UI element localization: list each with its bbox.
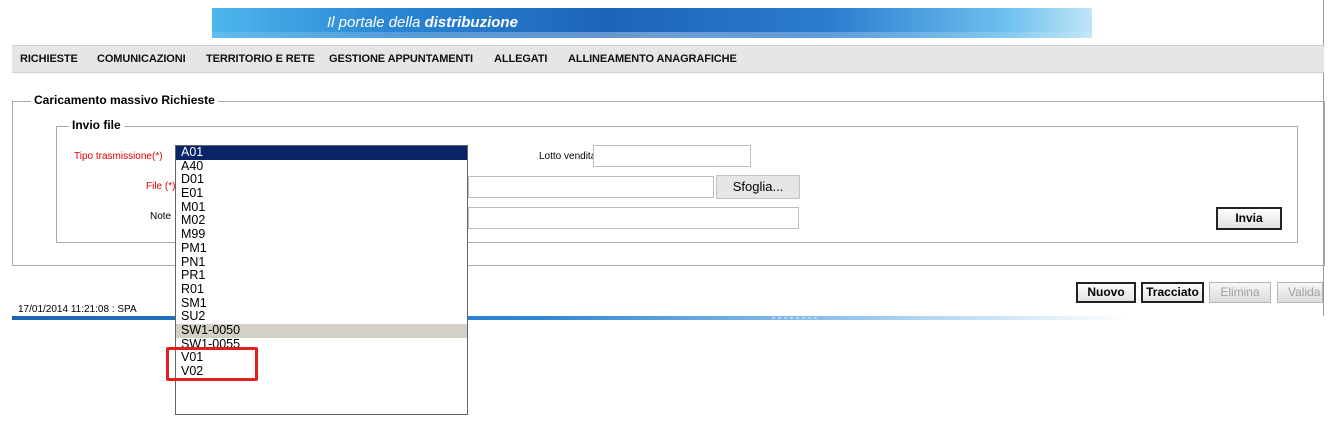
option-a40[interactable]: A40 — [176, 159, 467, 174]
banner-highlight — [212, 32, 1092, 38]
option-m02[interactable]: M02 — [176, 214, 467, 228]
tracciato-button[interactable]: Tracciato — [1141, 282, 1204, 303]
main-menu: RICHIESTE COMUNICAZIONI TERRITORIO E RET… — [12, 45, 1324, 73]
annotation-highlight-box — [166, 347, 258, 381]
validate-button[interactable]: Valida — [1277, 282, 1323, 303]
option-sm1[interactable]: SM1 — [176, 296, 467, 311]
status-timestamp: 17/01/2014 11:21:08 : SPA — [18, 304, 137, 315]
option-sw1-0050[interactable]: SW1-0050 — [176, 323, 467, 338]
option-d01[interactable]: D01 — [176, 173, 467, 187]
option-m99[interactable]: M99 — [176, 227, 467, 242]
menu-item-gestione-appuntamenti[interactable]: GESTIONE APPUNTAMENTI — [329, 53, 473, 65]
lotto-vendita-input[interactable] — [593, 145, 751, 167]
file-label: File (*) — [146, 181, 176, 192]
portal-title: Il portale della distribuzione — [327, 14, 518, 31]
send-button[interactable]: Invia — [1216, 207, 1282, 230]
note-label: Note — [150, 211, 172, 222]
progress-dots — [772, 317, 818, 319]
note-input[interactable] — [468, 207, 799, 229]
browse-button[interactable]: Sfoglia... — [716, 175, 800, 199]
option-pr1[interactable]: PR1 — [176, 268, 467, 283]
menu-item-comunicazioni[interactable]: COMUNICAZIONI — [97, 53, 186, 65]
option-r01[interactable]: R01 — [176, 282, 467, 297]
option-e01[interactable]: E01 — [176, 186, 467, 201]
tipo-trasmissione-label: Tipo trasmissione(*) — [74, 151, 163, 162]
lotto-vendita-label: Lotto vendita — [539, 151, 597, 162]
option-a01[interactable]: A01 — [176, 146, 467, 160]
portal-title-prefix: Il portale della — [327, 14, 421, 31]
upload-legend: Caricamento massivo Richieste — [31, 93, 218, 107]
menu-item-richieste[interactable]: RICHIESTE — [20, 53, 78, 65]
file-input[interactable] — [468, 176, 714, 198]
option-su2[interactable]: SU2 — [176, 310, 467, 324]
menu-item-allegati[interactable]: ALLEGATI — [494, 53, 547, 65]
new-button[interactable]: Nuovo — [1076, 282, 1136, 303]
header-banner: Il portale della distribuzione — [12, 0, 1324, 42]
delete-button[interactable]: Elimina — [1209, 282, 1271, 303]
option-pn1[interactable]: PN1 — [176, 255, 467, 270]
menu-item-territorio-e-rete[interactable]: TERRITORIO E RETE — [206, 53, 315, 65]
file-legend: Invio file — [69, 118, 124, 132]
option-pm1[interactable]: PM1 — [176, 241, 467, 256]
menu-item-allineamento-anagrafiche[interactable]: ALLINEAMENTO ANAGRAFICHE — [568, 53, 737, 65]
portal-title-bold: distribuzione — [424, 14, 518, 31]
option-m01[interactable]: M01 — [176, 200, 467, 215]
